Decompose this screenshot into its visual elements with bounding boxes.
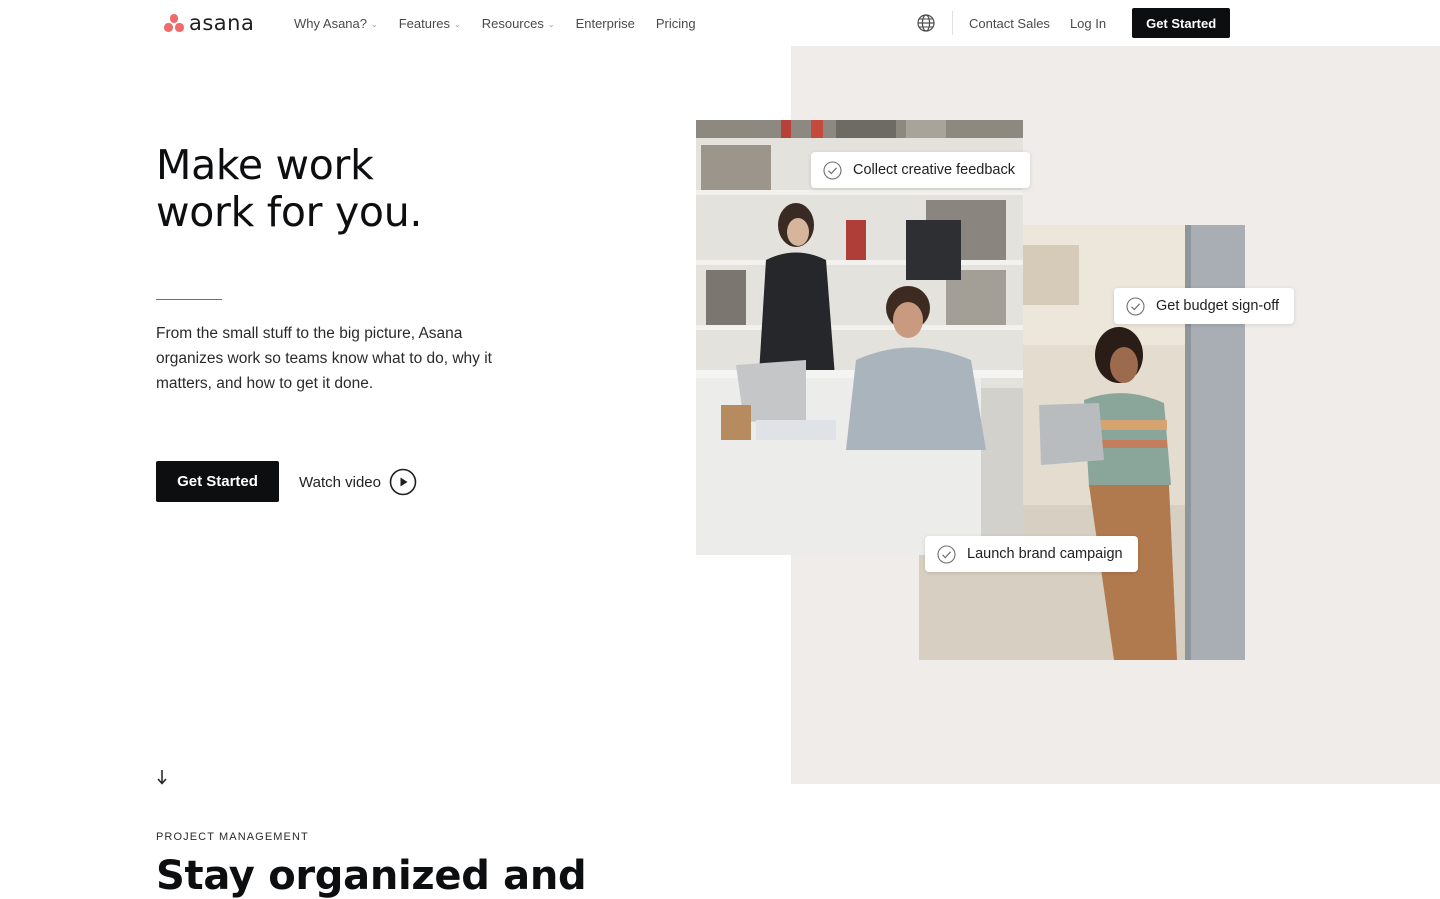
section-eyebrow: PROJECT MANAGEMENT: [156, 831, 309, 843]
main-nav: Why Asana? ⌄ Features ⌄ Resources ⌄ Ente…: [294, 0, 717, 46]
watch-video-label: Watch video: [299, 473, 381, 491]
arrow-down-icon[interactable]: [155, 768, 169, 786]
nav-resources[interactable]: Resources ⌄: [482, 16, 555, 31]
nav-resources-label: Resources: [481, 15, 544, 31]
hero-subtitle: From the small stuff to the big picture,…: [156, 325, 492, 392]
site-header: asana Why Asana? ⌄ Features ⌄ Resources …: [0, 0, 1440, 46]
login-link[interactable]: Log In: [1070, 16, 1106, 31]
asana-logo-icon: [164, 13, 184, 33]
chevron-down-icon: ⌄: [454, 19, 461, 29]
task-label: Collect creative feedback: [853, 162, 1015, 178]
play-icon: [389, 468, 417, 496]
nav-enterprise-label: Enterprise: [575, 15, 635, 31]
section-title: Stay organized and: [156, 853, 587, 899]
nav-why-asana[interactable]: Why Asana? ⌄: [294, 16, 378, 31]
task-pill-launch-campaign: Launch brand campaign: [925, 536, 1138, 572]
chevron-down-icon: ⌄: [371, 19, 378, 29]
nav-pricing[interactable]: Pricing: [656, 16, 696, 31]
task-pill-collect-feedback: Collect creative feedback: [811, 152, 1030, 188]
check-circle-icon: [937, 544, 956, 564]
hero-title: Make work work for you.: [156, 142, 616, 236]
contact-sales-link[interactable]: Contact Sales: [969, 16, 1050, 31]
hero-title-line-1: Make work: [156, 141, 374, 189]
nav-features[interactable]: Features ⌄: [399, 16, 461, 31]
task-label: Get budget sign-off: [1156, 298, 1280, 314]
nav-why-asana-label: Why Asana?: [294, 15, 367, 31]
chevron-down-icon: ⌄: [547, 19, 555, 29]
task-pill-budget-signoff: Get budget sign-off: [1114, 288, 1295, 324]
hero-get-started-button[interactable]: Get Started: [156, 461, 279, 502]
header-actions: Contact Sales Log In Get Started: [916, 0, 1231, 46]
header-divider: [952, 11, 953, 35]
hero-divider: [156, 299, 222, 300]
header-get-started-button[interactable]: Get Started: [1132, 8, 1231, 38]
nav-enterprise[interactable]: Enterprise: [576, 16, 635, 31]
check-circle-icon: [823, 160, 842, 180]
watch-video-button[interactable]: Watch video: [299, 467, 417, 497]
nav-pricing-label: Pricing: [655, 15, 696, 31]
task-label: Launch brand campaign: [967, 546, 1123, 562]
nav-features-label: Features: [398, 15, 451, 31]
asana-logo[interactable]: asana: [164, 11, 254, 35]
logo-wordmark: asana: [189, 11, 255, 35]
globe-icon[interactable]: [916, 13, 936, 33]
hero-title-line-2: work for you.: [156, 188, 423, 236]
check-circle-icon: [1126, 296, 1145, 316]
